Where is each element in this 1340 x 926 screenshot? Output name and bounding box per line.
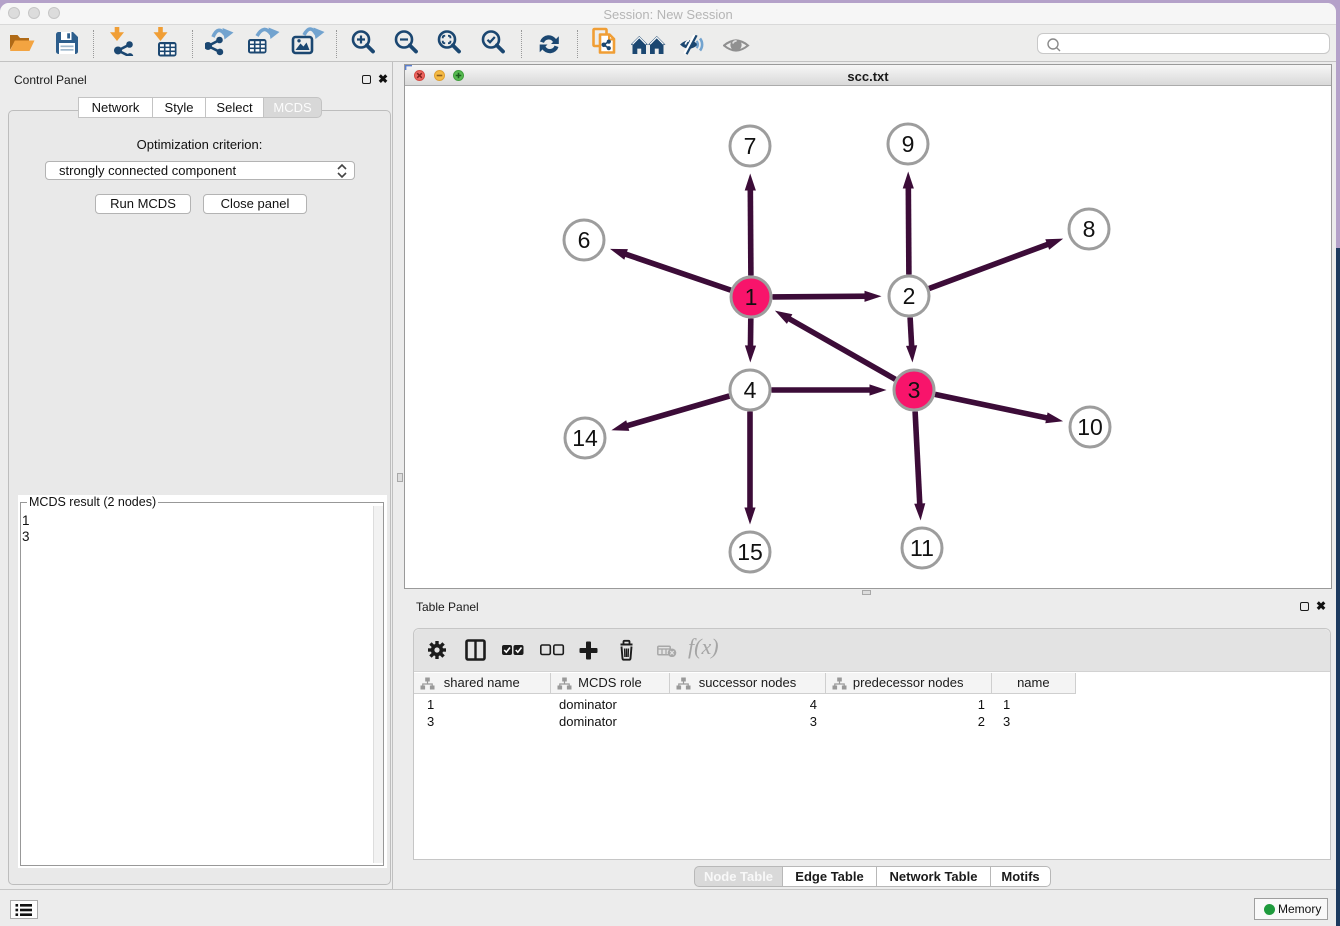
svg-text:15: 15 xyxy=(737,539,763,565)
svg-text:10: 10 xyxy=(1077,414,1103,440)
svg-text:7: 7 xyxy=(744,133,757,159)
svg-text:11: 11 xyxy=(910,535,934,561)
svg-text:6: 6 xyxy=(578,227,591,253)
svg-text:f(x): f(x) xyxy=(688,638,719,659)
svg-text:1: 1 xyxy=(745,284,758,310)
svg-text:9: 9 xyxy=(902,131,915,157)
svg-text:3: 3 xyxy=(908,377,921,403)
svg-text:2: 2 xyxy=(903,283,916,309)
svg-text:4: 4 xyxy=(744,377,757,403)
svg-text:14: 14 xyxy=(572,425,598,451)
svg-text:8: 8 xyxy=(1083,216,1096,242)
